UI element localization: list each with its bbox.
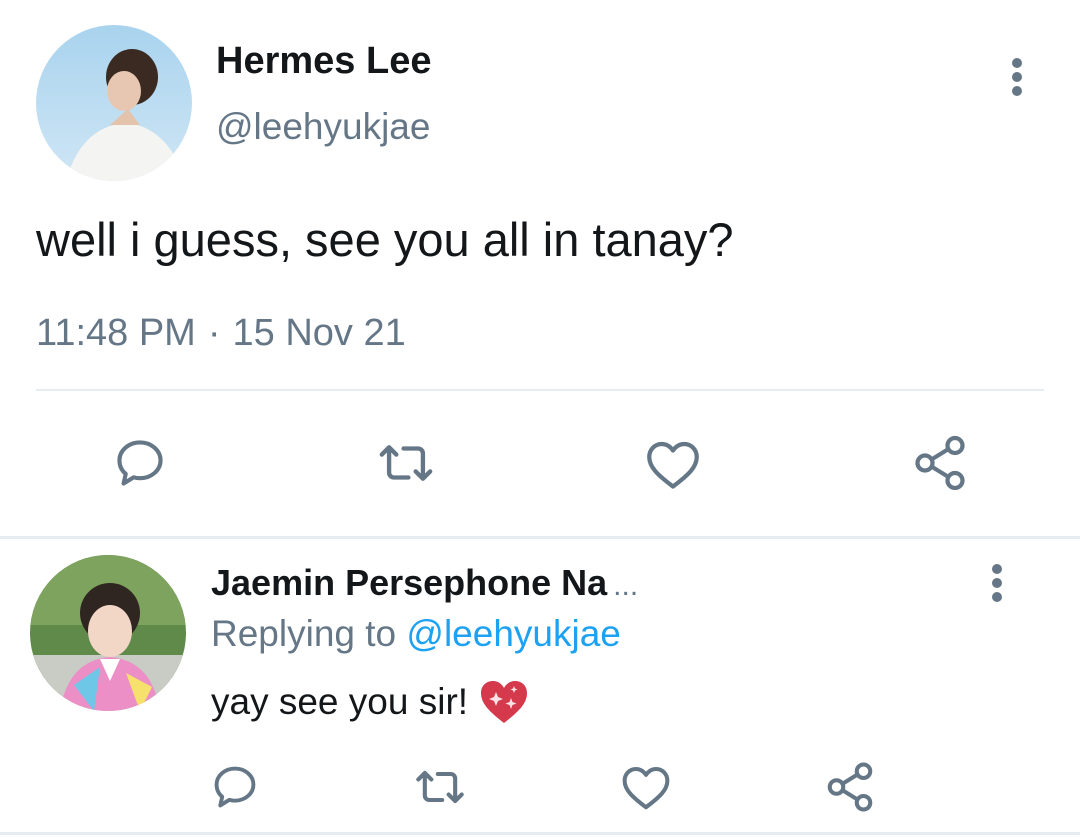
replying-to: Replying to @leehyukjae bbox=[211, 613, 621, 655]
reply-icon bbox=[117, 440, 163, 486]
retweet-button[interactable] bbox=[408, 758, 472, 816]
avatar-image bbox=[36, 25, 192, 181]
more-vertical-icon bbox=[1012, 58, 1022, 96]
tweet-timestamp[interactable]: 11:48 PM · 15 Nov 21 bbox=[36, 312, 406, 355]
retweet-icon bbox=[416, 770, 464, 804]
retweet-icon bbox=[379, 445, 433, 481]
share-icon bbox=[915, 435, 965, 491]
avatar[interactable] bbox=[30, 555, 186, 711]
more-options-button[interactable] bbox=[998, 52, 1036, 102]
share-button[interactable] bbox=[905, 430, 975, 496]
heart-icon bbox=[647, 441, 699, 489]
tweet-time: 11:48 PM bbox=[36, 312, 196, 354]
share-icon bbox=[827, 762, 873, 812]
reply-icon bbox=[214, 766, 256, 808]
author-handle[interactable]: @leehyukjae bbox=[216, 106, 430, 148]
divider bbox=[36, 389, 1044, 391]
reply-text: yay see you sir! bbox=[211, 681, 469, 722]
replying-to-mention[interactable]: @leehyukjae bbox=[406, 613, 620, 654]
tweet-text: yay see you sir! bbox=[211, 678, 530, 726]
tweet-separator bbox=[0, 832, 1080, 835]
name-truncation: ... bbox=[613, 569, 639, 602]
more-options-button[interactable] bbox=[978, 560, 1016, 606]
timestamp-separator: · bbox=[207, 312, 221, 354]
share-button[interactable] bbox=[820, 758, 880, 816]
tweet-separator bbox=[0, 536, 1080, 539]
tweet-text: well i guess, see you all in tanay? bbox=[36, 213, 734, 266]
avatar-image bbox=[30, 555, 186, 711]
like-button[interactable] bbox=[616, 758, 676, 816]
retweet-button[interactable] bbox=[370, 430, 442, 496]
author-name[interactable]: Hermes Lee bbox=[216, 40, 431, 83]
replying-to-label: Replying to bbox=[211, 613, 397, 654]
heart-icon bbox=[622, 766, 670, 810]
author-name-text: Jaemin Persephone Na bbox=[211, 562, 608, 603]
like-button[interactable] bbox=[640, 432, 706, 496]
avatar[interactable] bbox=[36, 25, 192, 181]
reply-button[interactable] bbox=[206, 758, 264, 816]
author-name[interactable]: Jaemin Persephone Na... bbox=[211, 562, 638, 604]
sparkling-heart-emoji bbox=[481, 681, 528, 723]
tweet-date: 15 Nov 21 bbox=[232, 312, 406, 354]
reply-button[interactable] bbox=[107, 430, 173, 496]
more-vertical-icon bbox=[992, 564, 1002, 602]
